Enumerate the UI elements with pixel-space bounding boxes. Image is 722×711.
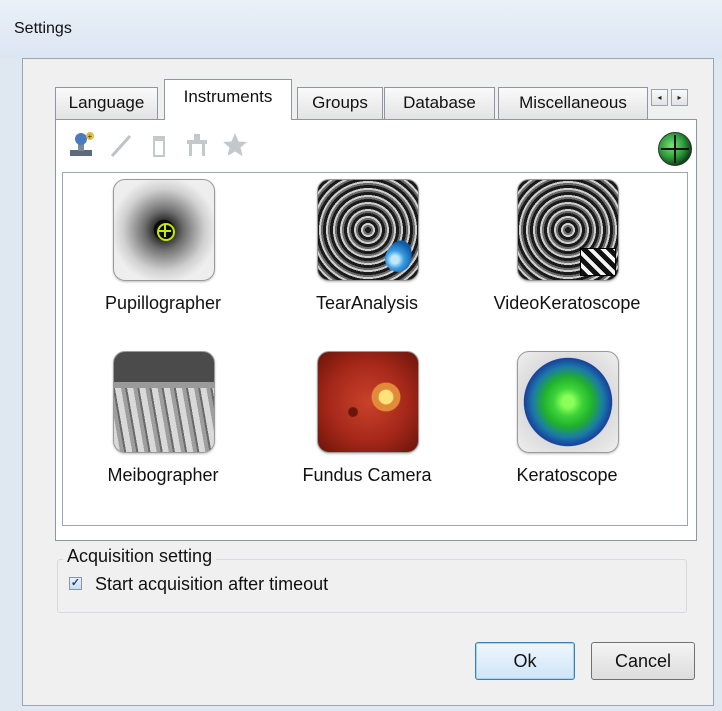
instrument-label: TearAnalysis [315, 293, 419, 313]
pupillographer-icon [113, 179, 215, 281]
instrument-label: Keratoscope [516, 465, 618, 485]
video-keratoscope-icon [517, 179, 619, 281]
start-acquisition-label[interactable]: Start acquisition after timeout [95, 574, 328, 595]
instrument-label: Meibographer [107, 465, 219, 485]
instrument-toolbar: + [56, 120, 696, 166]
globe-icon[interactable] [658, 132, 692, 166]
tab-groups[interactable]: Groups [297, 87, 383, 119]
clapperboard-icon [580, 248, 616, 276]
tab-instruments[interactable]: Instruments [164, 79, 292, 120]
delete-trash-icon[interactable] [142, 128, 176, 162]
workstation-icon[interactable] [180, 128, 214, 162]
instrument-tearanalysis[interactable]: TearAnalysis [267, 179, 467, 329]
tear-analysis-icon [317, 179, 419, 281]
instrument-list: Pupillographer TearAnalysis VideoKeratos… [62, 172, 688, 526]
fundus-camera-icon [317, 351, 419, 453]
tab-language[interactable]: Language [55, 87, 158, 119]
window-title: Settings [14, 20, 72, 37]
keratoscope-icon [517, 351, 619, 453]
tab-scroll-left-button[interactable]: ◂ [651, 89, 668, 106]
instrument-label: Fundus Camera [302, 465, 432, 485]
start-acquisition-checkbox[interactable]: ✓ [69, 577, 82, 590]
water-drop-icon [381, 236, 417, 276]
settings-window: Settings Language Instruments Groups Dat… [0, 0, 722, 711]
instrument-keratoscope[interactable]: Keratoscope [467, 351, 667, 501]
meibographer-icon [113, 351, 215, 453]
instrument-meibographer[interactable]: Meibographer [63, 351, 263, 501]
instrument-fundus-camera[interactable]: Fundus Camera [267, 351, 467, 501]
tab-miscellaneous[interactable]: Miscellaneous [498, 87, 648, 119]
settings-client-area: Language Instruments Groups Database Mis… [22, 58, 714, 706]
favorite-star-icon[interactable] [218, 128, 252, 162]
acquisition-group-label: Acquisition setting [63, 546, 217, 567]
instrument-pupillographer[interactable]: Pupillographer [63, 179, 263, 329]
add-instrument-icon[interactable]: + [64, 128, 98, 162]
instrument-label: VideoKeratoscope [493, 293, 641, 313]
ok-button[interactable]: Ok [475, 642, 575, 680]
svg-text:+: + [88, 132, 93, 141]
instrument-label: Pupillographer [104, 293, 222, 313]
cancel-button[interactable]: Cancel [591, 642, 695, 680]
instrument-videokeratoscope[interactable]: VideoKeratoscope [467, 179, 667, 329]
tab-scroll-right-button[interactable]: ▸ [671, 89, 688, 106]
tab-database[interactable]: Database [384, 87, 495, 119]
edit-pencil-icon[interactable] [104, 128, 138, 162]
instruments-tab-panel: + Pupillographer TearAnalysis VideoKerat… [55, 119, 697, 541]
title-bar: Settings [0, 0, 722, 58]
